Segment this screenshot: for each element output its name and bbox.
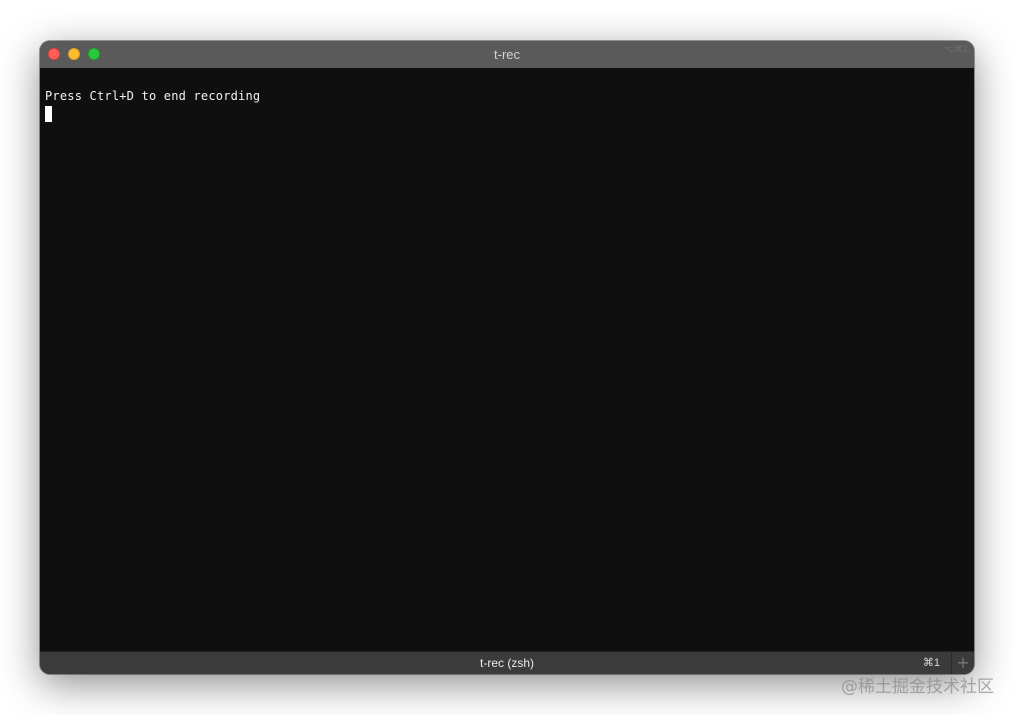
tab-title[interactable]: t-rec (zsh) <box>480 656 534 670</box>
tab-shortcut: ⌘1 <box>922 657 940 669</box>
traffic-lights <box>48 48 100 60</box>
zoom-button[interactable] <box>88 48 100 60</box>
terminal-output-line: Press Ctrl+D to end recording <box>45 89 261 103</box>
watermark: @稀土掘金技术社区 <box>841 677 994 697</box>
title-bar[interactable]: t-rec ⌥⌘1 <box>40 41 974 68</box>
close-button[interactable] <box>48 48 60 60</box>
terminal-cursor <box>45 106 52 122</box>
terminal-window: t-rec ⌥⌘1 Press Ctrl+D to end recording … <box>40 41 974 674</box>
terminal-content[interactable]: Press Ctrl+D to end recording <box>40 68 974 652</box>
minimize-button[interactable] <box>68 48 80 60</box>
plus-icon: + <box>956 653 970 672</box>
window-shortcut-hint: ⌥⌘1 <box>943 44 968 54</box>
window-title: t-rec <box>494 47 520 62</box>
tab-bar: t-rec (zsh) ⌘1 + <box>40 651 974 674</box>
new-tab-button[interactable]: + <box>951 652 974 674</box>
